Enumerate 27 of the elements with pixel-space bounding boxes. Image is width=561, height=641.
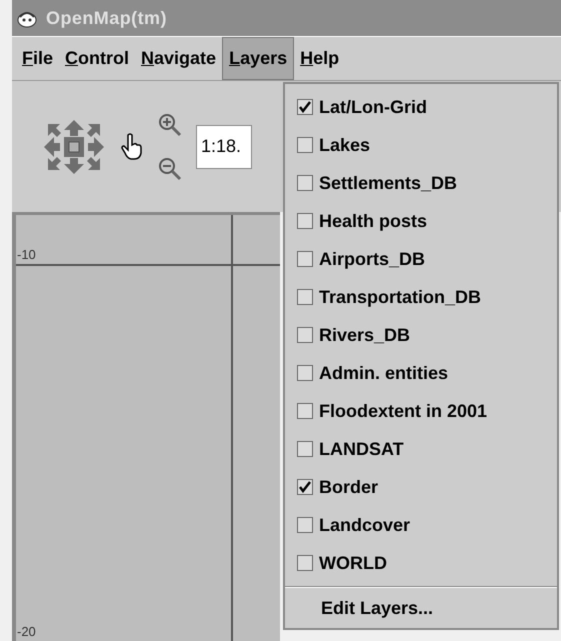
layer-menu-item[interactable]: LANDSAT [285, 430, 557, 468]
layer-menu-item[interactable]: Health posts [285, 202, 557, 240]
zoom-in-icon[interactable] [158, 112, 182, 136]
zoom-out-icon[interactable] [158, 156, 182, 180]
pan-arrows-icon[interactable] [42, 118, 106, 176]
menu-item[interactable]: Help [294, 37, 346, 80]
layer-menu-item[interactable]: Rivers_DB [285, 316, 557, 354]
menu-item[interactable]: Layers [222, 37, 294, 80]
layer-menu-item[interactable]: Lat/Lon-Grid [285, 88, 557, 126]
window-title: OpenMap(tm) [46, 6, 167, 30]
layer-menu-item[interactable]: WORLD [285, 544, 557, 582]
layer-menu-item[interactable]: Landcover [285, 506, 557, 544]
layer-menu-item[interactable]: Floodextent in 2001 [285, 392, 557, 430]
layer-menu-item[interactable]: Settlements_DB [285, 164, 557, 202]
scale-field[interactable]: 1:18. [196, 124, 252, 168]
menu-item[interactable]: File [16, 37, 60, 80]
hand-cursor-icon[interactable] [120, 132, 144, 160]
layer-menu-item[interactable]: Lakes [285, 126, 557, 164]
grid-label: -20 [17, 622, 36, 640]
layer-menu-item[interactable]: Admin. entities [285, 354, 557, 392]
edit-layers-item[interactable]: Edit Layers... [285, 588, 557, 628]
menu-item[interactable]: Navigate [135, 37, 222, 80]
layer-menu-item[interactable]: Transportation_DB [285, 278, 557, 316]
layer-menu-item[interactable]: Border [285, 468, 557, 506]
layer-menu-item[interactable]: Airports_DB [285, 240, 557, 278]
grid-label: -10 [17, 246, 36, 264]
menu-item[interactable]: Control [59, 37, 136, 80]
